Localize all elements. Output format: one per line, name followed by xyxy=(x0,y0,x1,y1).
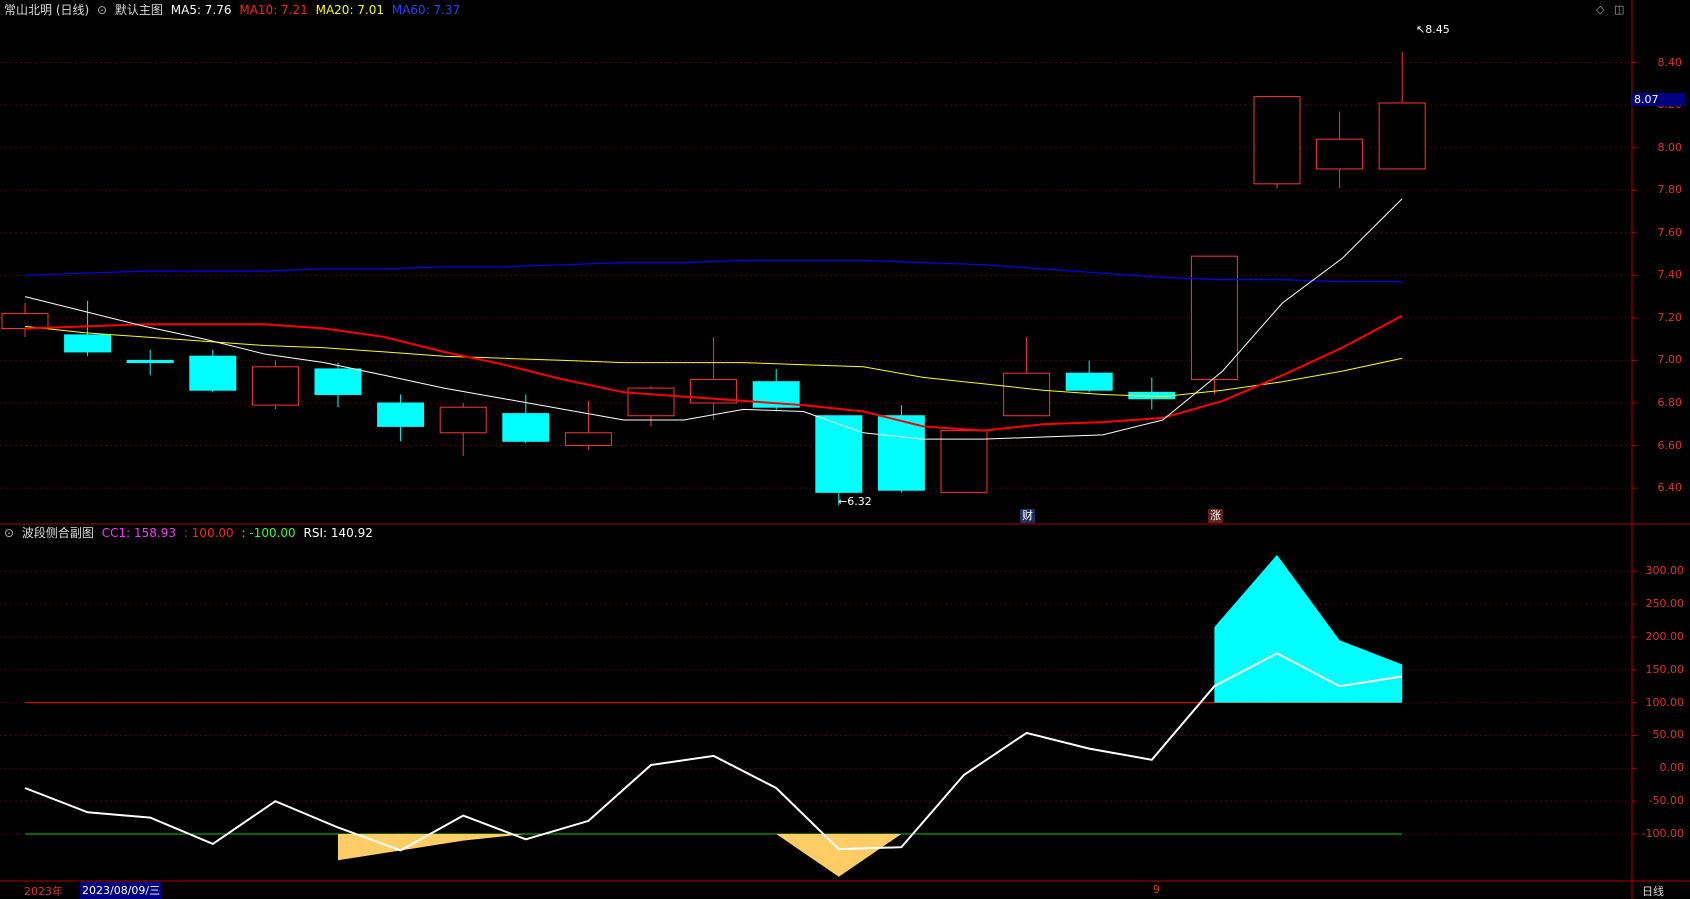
ma20-value: MA20: 7.01 xyxy=(315,3,385,17)
stock-chart[interactable] xyxy=(0,0,1690,899)
candle-up xyxy=(940,430,988,493)
indicator-axis-label: 250.00 xyxy=(1645,597,1685,611)
price-axis-label: 7.80 xyxy=(1657,183,1683,197)
window-icon[interactable]: ◫ xyxy=(1614,3,1624,16)
candle-down xyxy=(877,415,925,491)
diamond-icon[interactable]: ◇ xyxy=(1596,3,1604,16)
period-button[interactable]: 日线 xyxy=(1642,883,1664,899)
candle-down xyxy=(502,413,550,442)
price-axis-label: 7.60 xyxy=(1657,225,1683,239)
rsi-value: RSI: 140.92 xyxy=(303,526,373,540)
indicator-axis-label: 300.00 xyxy=(1645,564,1685,578)
candle-up xyxy=(564,432,612,447)
high-price-marker: ↖8.45 xyxy=(1416,23,1450,36)
finance-event-tag[interactable]: 财 xyxy=(1020,509,1035,523)
gear-icon[interactable]: ⊙ xyxy=(4,526,14,540)
candle-up xyxy=(1003,372,1051,417)
month-label: 9 xyxy=(1153,883,1160,896)
candle-down xyxy=(377,402,425,427)
price-axis-label: 7.20 xyxy=(1657,310,1683,324)
indicator-axis-label: -100.00 xyxy=(1641,827,1684,841)
candle-up xyxy=(1190,255,1238,381)
indicator-axis-label: 0.00 xyxy=(1659,761,1685,775)
candle-down xyxy=(126,359,174,364)
price-axis-label: 7.40 xyxy=(1657,268,1683,282)
ma60-value: MA60: 7.37 xyxy=(391,3,461,17)
candle-down xyxy=(189,355,237,391)
sub-chart-header: ⊙ 波段侧合副图 CC1: 158.93 : 100.00 : -100.00 … xyxy=(4,526,377,540)
candle-up xyxy=(439,406,487,434)
cursor-date-label: 2023/08/09/三 xyxy=(80,882,163,899)
candle-up xyxy=(1253,96,1301,185)
chart-name[interactable]: 默认主图 xyxy=(115,3,163,17)
low-price-marker: ←6.32 xyxy=(838,495,872,508)
candle-down xyxy=(314,368,362,395)
price-axis-label: 6.40 xyxy=(1657,481,1683,495)
price-axis-label: 6.60 xyxy=(1657,438,1683,452)
price-axis-label: 7.00 xyxy=(1657,353,1683,367)
candle-down xyxy=(815,415,863,493)
candle-up xyxy=(251,366,299,406)
lower-value: : -100.00 xyxy=(241,526,296,540)
candle-up xyxy=(1316,138,1364,170)
indicator-axis-label: 200.00 xyxy=(1645,629,1685,643)
price-axis-label: 8.00 xyxy=(1657,140,1683,154)
indicator-axis-label: 100.00 xyxy=(1645,695,1685,709)
stock-name[interactable]: 常山北明 (日线) xyxy=(4,3,89,17)
candle-down xyxy=(64,334,112,353)
indicator-axis-label: 150.00 xyxy=(1645,662,1685,676)
candle-down xyxy=(1065,372,1113,391)
current-price-tag: 8.07 xyxy=(1632,93,1686,106)
oversold-area xyxy=(776,834,902,877)
upper-value: : 100.00 xyxy=(183,526,234,540)
cc1-line xyxy=(24,652,1403,852)
price-axis-label: 6.80 xyxy=(1657,395,1683,409)
candle-up xyxy=(1,313,49,330)
indicator-axis-label: -50.00 xyxy=(1648,794,1684,808)
cc1-value: CC1: 158.93 xyxy=(101,526,176,540)
ma5-value: MA5: 7.76 xyxy=(170,3,232,17)
sub-chart-name[interactable]: 波段侧合副图 xyxy=(22,526,94,540)
candle-up xyxy=(1378,102,1426,170)
rise-event-tag[interactable]: 涨 xyxy=(1208,509,1223,523)
price-axis-label: 8.40 xyxy=(1657,55,1683,69)
gear-icon[interactable]: ⊙ xyxy=(97,3,107,17)
indicator-axis-label: 50.00 xyxy=(1652,728,1685,742)
main-chart-header: 常山北明 (日线) ⊙ 默认主图 MA5: 7.76 MA10: 7.21 MA… xyxy=(4,3,464,17)
ma10-value: MA10: 7.21 xyxy=(239,3,308,17)
year-label: 2023年 xyxy=(24,885,63,898)
